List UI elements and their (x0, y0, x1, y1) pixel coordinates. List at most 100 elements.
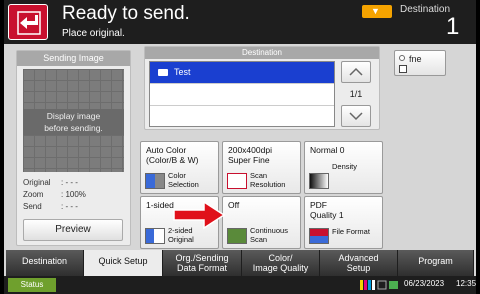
annotation-arrow-icon (173, 200, 226, 230)
tab-quick-setup[interactable]: Quick Setup (84, 250, 163, 276)
zoom-label: Zoom (23, 190, 44, 199)
send-row: Send : - - - (23, 202, 78, 211)
tab-label: Destination (21, 256, 68, 266)
destination-panel: Destination Test 1/1 (144, 46, 380, 130)
tile-value-line1: 1-sided (146, 200, 174, 210)
tile-name: Density (332, 161, 358, 172)
destination-list: Test (149, 61, 335, 127)
preview-message-line1: Display image (46, 111, 101, 121)
tile-value-line2: (Color/B & W) (146, 155, 199, 165)
continuous-scan-button[interactable]: Off Continuous Scan (222, 196, 301, 249)
tile-value-line1: Off (228, 200, 240, 210)
tile-value-line2: Super Fine (228, 155, 270, 165)
tile-name-line1: Density (332, 161, 358, 171)
tab-destination[interactable]: Destination (6, 250, 84, 276)
tile-value: Auto Color (Color/B & W) (146, 145, 198, 165)
destination-item[interactable] (150, 106, 334, 128)
original-value: : - - - (61, 178, 78, 187)
zoom-row: Zoom : 100% (23, 190, 86, 199)
tile-value-line1: Normal 0 (310, 145, 345, 155)
duplex-icon (145, 228, 165, 244)
toner-level-icon (360, 280, 398, 290)
tab-label-line1: Org./Sending (175, 253, 229, 263)
chevron-down-icon (349, 112, 363, 121)
tile-value-line2: Quality 1 (310, 210, 344, 220)
tile-name-line1: File Format (332, 226, 370, 236)
tile-name: Scan Resolution (250, 171, 286, 189)
density-icon (309, 173, 329, 189)
tile-name-line2: Resolution (250, 179, 286, 189)
color-selection-button[interactable]: Auto Color (Color/B & W) Color Selection (140, 141, 219, 194)
preview-button[interactable]: Preview (23, 219, 123, 241)
screen: Ready to send. Place original. ▼ Destina… (4, 0, 476, 294)
zoom-value: : 100% (61, 190, 86, 199)
address-book-icon (399, 65, 407, 73)
tile-name: File Format (332, 226, 370, 237)
tab-org-sending-data-format[interactable]: Org./Sending Data Format (163, 250, 242, 276)
tile-value: PDF Quality 1 (310, 200, 344, 220)
original-row: Original : - - - (23, 178, 78, 187)
tab-label-line2: Setup (346, 263, 371, 273)
status-bar: Status 06/23/2023 12:35 (4, 276, 476, 294)
tile-name-line2: Scan (250, 234, 268, 244)
email-icon (158, 69, 168, 76)
tile-value-line1: 200x400dpi (228, 145, 272, 155)
tab-label-line1: Advanced (338, 253, 379, 263)
tab-label: Quick Setup (98, 256, 148, 266)
resolution-icon (227, 173, 247, 189)
file-format-icon (309, 228, 329, 244)
sending-image-panel: Sending Image Display image before sendi… (16, 50, 131, 246)
status-time: 12:35 (456, 279, 476, 288)
destination-item[interactable]: Test (150, 62, 334, 84)
chevron-up-icon (349, 67, 363, 76)
tab-label-line1: Color/ (268, 253, 293, 263)
preview-message-line2: before sending. (44, 123, 103, 133)
scan-resolution-button[interactable]: 200x400dpi Super Fine Scan Resolution (222, 141, 301, 194)
send-value: : - - - (61, 202, 78, 211)
header: Ready to send. Place original. ▼ Destina… (4, 0, 476, 44)
file-format-button[interactable]: PDF Quality 1 File Format (304, 196, 383, 249)
tile-value-line1: PDF (310, 200, 327, 210)
page-title: Ready to send. (62, 3, 190, 24)
panel-title: Destination (145, 47, 379, 59)
fne-label: fne (409, 54, 422, 64)
tab-program[interactable]: Program (398, 250, 474, 276)
tab-label-line2: Data Format (176, 263, 227, 273)
page-indicator: 1/1 (349, 89, 363, 99)
tile-name: Color Selection (168, 171, 199, 189)
tile-value: 1-sided (146, 200, 174, 210)
density-button[interactable]: Normal 0 Density (304, 141, 383, 194)
tile-value-line1: Auto Color (146, 145, 187, 155)
tab-advanced-setup[interactable]: Advanced Setup (320, 250, 398, 276)
scroll-up-button[interactable] (341, 61, 371, 83)
preview-message: Display image before sending. (23, 109, 124, 135)
radio-icon (399, 55, 405, 61)
tile-name-line2: Original (168, 234, 194, 244)
preview-area: Display image before sending. (23, 69, 124, 172)
page-subtitle: Place original. (62, 28, 125, 39)
color-selection-icon (145, 173, 165, 189)
tab-label-line2: Image Quality (252, 263, 309, 273)
tile-name: Continuous Scan (250, 226, 288, 244)
fne-button[interactable]: fne (394, 50, 446, 76)
scroll-down-button[interactable] (341, 105, 371, 127)
chevron-down-icon: ▼ (371, 6, 380, 16)
panel-title: Sending Image (17, 51, 130, 66)
tile-value: Off (228, 200, 239, 210)
destination-item-label: Test (174, 67, 191, 77)
destination-dropdown-button[interactable]: ▼ (362, 5, 392, 18)
send-label: Send (23, 202, 42, 211)
tab-label: Program (418, 256, 453, 266)
tile-value: Normal 0 (310, 145, 344, 155)
status-button[interactable]: Status (8, 278, 56, 292)
destination-header-label: Destination (400, 4, 451, 15)
destination-item[interactable] (150, 84, 334, 106)
tab-bar: Destination Quick Setup Org./Sending Dat… (4, 250, 476, 276)
tab-color-image-quality[interactable]: Color/ Image Quality (242, 250, 320, 276)
return-arrow-icon (17, 11, 41, 35)
original-label: Original (23, 178, 51, 187)
destination-count: 1 (446, 13, 460, 40)
tile-name-line2: Selection (168, 179, 199, 189)
back-button[interactable] (8, 4, 48, 40)
tile-value: 200x400dpi Super Fine (228, 145, 272, 165)
